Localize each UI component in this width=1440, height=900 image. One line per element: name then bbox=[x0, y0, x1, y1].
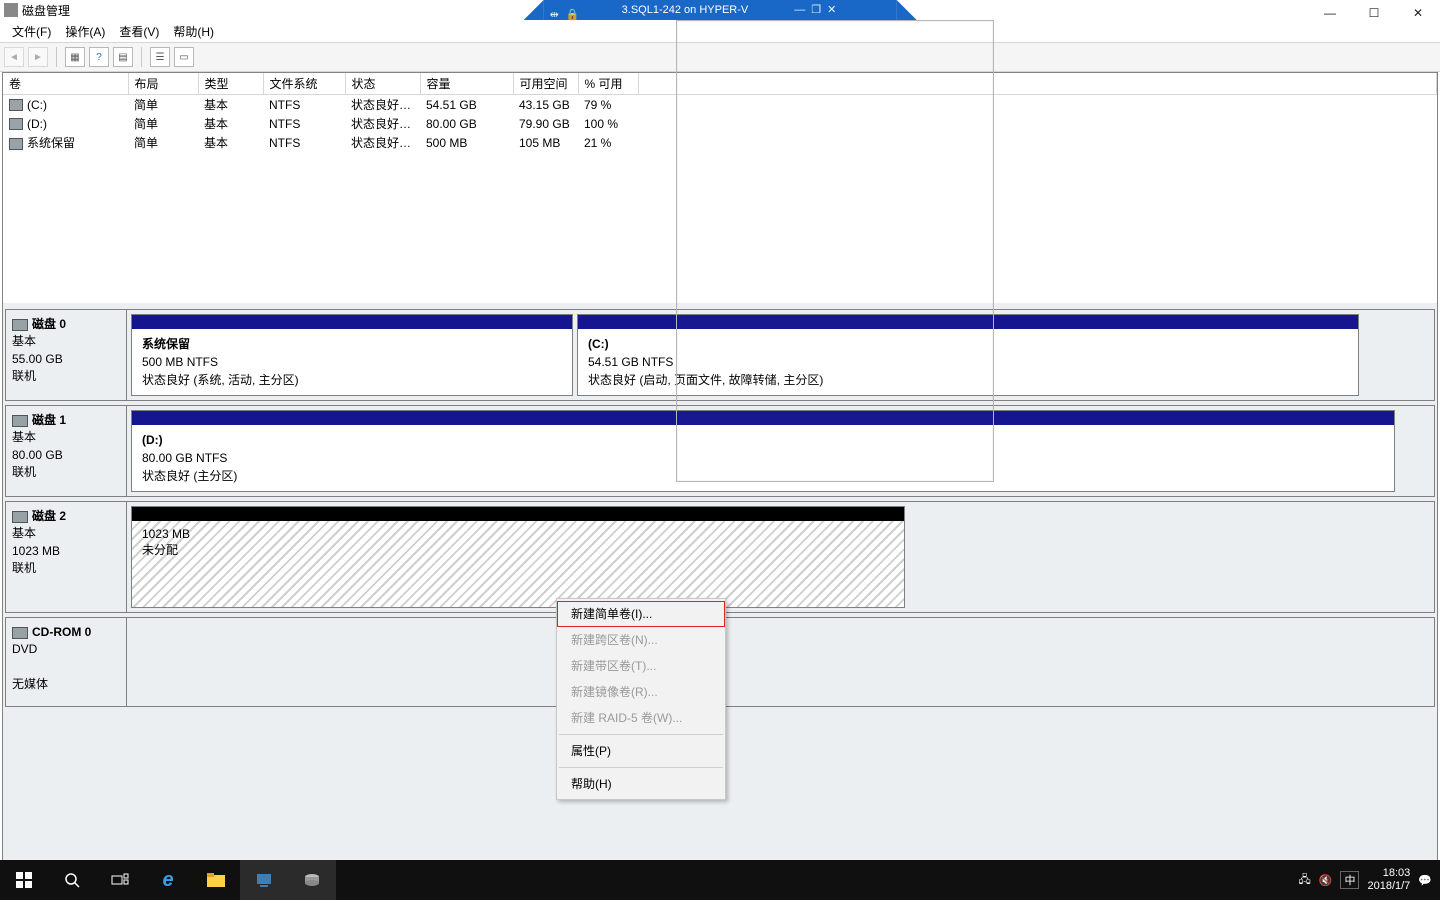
disk-header[interactable]: 磁盘 0基本55.00 GB联机 bbox=[6, 310, 127, 400]
taskbar: e 🖧 🔇 中 18:03 2018/1/7 💬 bbox=[0, 860, 1440, 900]
vm-close-icon[interactable]: ✕ bbox=[827, 0, 836, 20]
view-list-button[interactable]: ▦ bbox=[65, 47, 85, 67]
table-header-row: 卷 布局 类型 文件系统 状态 容量 可用空间 % 可用 bbox=[3, 73, 1437, 95]
menu-help[interactable]: 帮助(H) bbox=[167, 21, 220, 42]
context-menu-item: 新建 RAID-5 卷(W)... bbox=[557, 705, 725, 731]
action-center-icon[interactable]: 💬 bbox=[1418, 874, 1432, 887]
disk-body: (D:)80.00 GB NTFS状态良好 (主分区) bbox=[127, 406, 1434, 496]
vm-name: 3.SQL1-242 on HYPER-V bbox=[622, 0, 749, 20]
window-controls: — ☐ ✕ bbox=[1308, 0, 1440, 26]
clock-date: 2018/1/7 bbox=[1367, 880, 1410, 893]
col-volume[interactable]: 卷 bbox=[3, 73, 128, 95]
volume-icon[interactable]: 🔇 bbox=[1319, 874, 1333, 887]
menu-separator bbox=[559, 734, 723, 735]
ie-button[interactable]: e bbox=[144, 860, 192, 900]
disk-header[interactable]: CD-ROM 0DVD 无媒体 bbox=[6, 618, 127, 706]
properties-button[interactable]: ▭ bbox=[174, 47, 194, 67]
hyperv-connection-tab[interactable]: ⇹ 🔒 3.SQL1-242 on HYPER-V — ❐ ✕ bbox=[524, 0, 917, 20]
col-type[interactable]: 类型 bbox=[198, 73, 263, 95]
maximize-button[interactable]: ☐ bbox=[1352, 0, 1396, 26]
close-button[interactable]: ✕ bbox=[1396, 0, 1440, 26]
forward-button[interactable]: ► bbox=[28, 47, 48, 67]
context-menu-item: 新建跨区卷(N)... bbox=[557, 627, 725, 653]
volume-icon bbox=[9, 138, 23, 150]
pin-icon[interactable]: ⇹ bbox=[550, 5, 560, 15]
col-status[interactable]: 状态 bbox=[345, 73, 420, 95]
clock-time: 18:03 bbox=[1367, 867, 1410, 880]
volume-icon bbox=[9, 99, 23, 111]
start-button[interactable] bbox=[0, 860, 48, 900]
partition[interactable]: (C:)54.51 GB NTFS状态良好 (启动, 页面文件, 故障转储, 主… bbox=[577, 314, 1359, 396]
settings-button[interactable]: ☰ bbox=[150, 47, 170, 67]
back-button[interactable]: ◄ bbox=[4, 47, 24, 67]
partition[interactable]: (D:)80.00 GB NTFS状态良好 (主分区) bbox=[131, 410, 1395, 492]
unallocated-space[interactable]: 1023 MB未分配 bbox=[131, 506, 905, 608]
vm-minimize-icon[interactable]: — bbox=[794, 0, 805, 20]
disk-icon bbox=[12, 627, 28, 639]
disk-management-taskbar-button[interactable] bbox=[288, 860, 336, 900]
toolbar: ◄ ► ▦ ? ▤ ☰ ▭ bbox=[0, 42, 1440, 72]
table-row[interactable]: (D:)简单基本NTFS状态良好 (...80.00 GB79.90 GB100… bbox=[3, 114, 1437, 133]
disk-icon bbox=[12, 319, 28, 331]
lock-icon[interactable]: 🔒 bbox=[566, 5, 576, 15]
app-icon bbox=[4, 3, 18, 17]
disk-row: 磁盘 2基本1023 MB联机1023 MB未分配 bbox=[5, 501, 1435, 613]
menu-file[interactable]: 文件(F) bbox=[6, 21, 57, 42]
search-button[interactable] bbox=[48, 860, 96, 900]
col-capacity[interactable]: 容量 bbox=[420, 73, 513, 95]
context-menu-item: 新建镜像卷(R)... bbox=[557, 679, 725, 705]
table-row[interactable]: (C:)简单基本NTFS状态良好 (...54.51 GB43.15 GB79 … bbox=[3, 95, 1437, 115]
partition-bar bbox=[132, 411, 1394, 425]
network-icon[interactable]: 🖧 bbox=[1299, 871, 1311, 890]
context-menu-item[interactable]: 帮助(H) bbox=[557, 771, 725, 797]
context-menu-item[interactable]: 新建简单卷(I)... bbox=[557, 601, 725, 627]
disk-body: 1023 MB未分配 bbox=[127, 502, 1434, 612]
partition[interactable]: 系统保留500 MB NTFS状态良好 (系统, 活动, 主分区) bbox=[131, 314, 573, 396]
disk-row: 磁盘 1基本80.00 GB联机(D:)80.00 GB NTFS状态良好 (主… bbox=[5, 405, 1435, 497]
col-pct[interactable]: % 可用 bbox=[578, 73, 638, 95]
titlebar: 磁盘管理 ⇹ 🔒 3.SQL1-242 on HYPER-V — ❐ ✕ — ☐… bbox=[0, 0, 1440, 20]
disk-icon bbox=[12, 511, 28, 523]
minimize-button[interactable]: — bbox=[1308, 0, 1352, 26]
help-button[interactable]: ? bbox=[89, 47, 109, 67]
app-title: 磁盘管理 bbox=[22, 2, 70, 19]
col-free[interactable]: 可用空间 bbox=[513, 73, 578, 95]
explorer-button[interactable] bbox=[192, 860, 240, 900]
volume-icon bbox=[9, 118, 23, 130]
unallocated-bar bbox=[132, 507, 904, 521]
clock[interactable]: 18:03 2018/1/7 bbox=[1367, 867, 1410, 893]
context-menu-item[interactable]: 属性(P) bbox=[557, 738, 725, 764]
context-menu: 新建简单卷(I)...新建跨区卷(N)...新建带区卷(T)...新建镜像卷(R… bbox=[556, 598, 726, 800]
separator bbox=[141, 47, 142, 67]
menu-separator bbox=[559, 767, 723, 768]
context-menu-item: 新建带区卷(T)... bbox=[557, 653, 725, 679]
col-layout[interactable]: 布局 bbox=[128, 73, 198, 95]
partition-bar bbox=[132, 315, 572, 329]
disk-icon bbox=[12, 415, 28, 427]
taskview-button[interactable] bbox=[96, 860, 144, 900]
separator bbox=[56, 47, 57, 67]
disk-header[interactable]: 磁盘 2基本1023 MB联机 bbox=[6, 502, 127, 612]
partition-bar bbox=[578, 315, 1358, 329]
vm-restore-icon[interactable]: ❐ bbox=[811, 0, 821, 20]
disk-body: 系统保留500 MB NTFS状态良好 (系统, 活动, 主分区)(C:)54.… bbox=[127, 310, 1434, 400]
table-row[interactable]: 系统保留简单基本NTFS状态良好 (...500 MB105 MB21 % bbox=[3, 133, 1437, 152]
volume-table: 卷 布局 类型 文件系统 状态 容量 可用空间 % 可用 (C:)简单基本NTF… bbox=[3, 73, 1437, 152]
menu-action[interactable]: 操作(A) bbox=[59, 21, 111, 42]
system-tray: 🖧 🔇 中 18:03 2018/1/7 💬 bbox=[1291, 867, 1440, 893]
col-fs[interactable]: 文件系统 bbox=[263, 73, 345, 95]
disk-row: 磁盘 0基本55.00 GB联机系统保留500 MB NTFS状态良好 (系统,… bbox=[5, 309, 1435, 401]
disk-management-window: 磁盘管理 ⇹ 🔒 3.SQL1-242 on HYPER-V — ❐ ✕ — ☐… bbox=[0, 0, 1440, 900]
disk-body bbox=[127, 618, 1434, 706]
volume-list-pane[interactable]: 卷 布局 类型 文件系统 状态 容量 可用空间 % 可用 (C:)简单基本NTF… bbox=[3, 73, 1437, 303]
disk-header[interactable]: 磁盘 1基本80.00 GB联机 bbox=[6, 406, 127, 496]
refresh-button[interactable]: ▤ bbox=[113, 47, 133, 67]
server-manager-button[interactable] bbox=[240, 860, 288, 900]
menu-view[interactable]: 查看(V) bbox=[113, 21, 165, 42]
ime-indicator[interactable]: 中 bbox=[1340, 871, 1359, 889]
menubar: 文件(F) 操作(A) 查看(V) 帮助(H) bbox=[0, 20, 1440, 42]
